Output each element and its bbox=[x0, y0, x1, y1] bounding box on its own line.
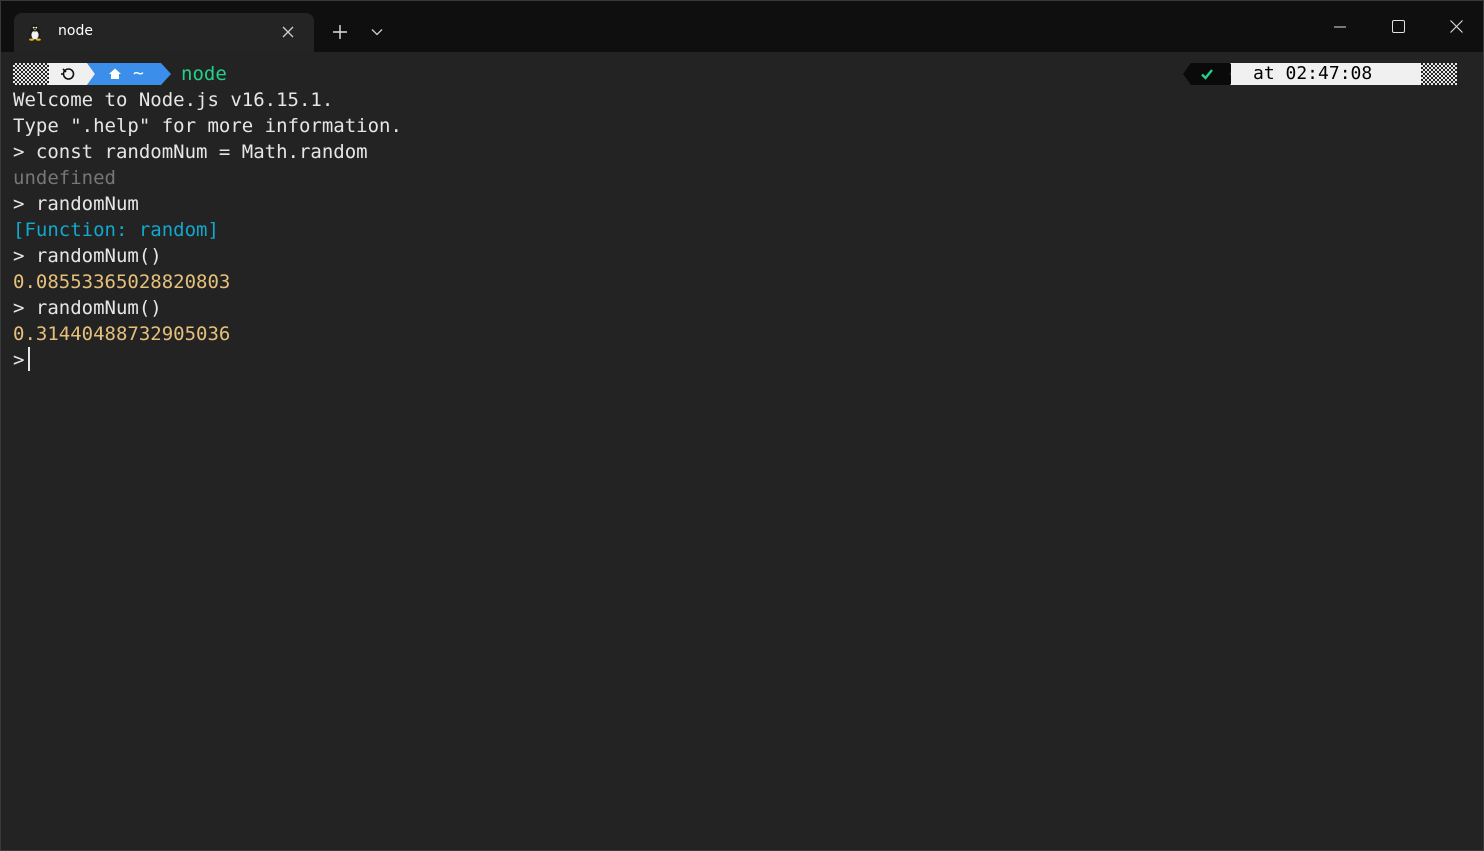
time-text: at 02:47:08 bbox=[1253, 63, 1373, 84]
new-tab-button[interactable] bbox=[325, 19, 355, 45]
close-window-button[interactable] bbox=[1427, 1, 1483, 52]
path-text: ~ bbox=[133, 63, 144, 84]
number-output: 0.08553365028820803 bbox=[13, 271, 231, 293]
current-input-line[interactable]: > bbox=[13, 347, 1471, 373]
clock-icon bbox=[1393, 66, 1409, 82]
input-line: > randomNum() bbox=[13, 297, 162, 319]
linux-penguin-icon bbox=[26, 23, 44, 41]
prompt-dither-right bbox=[1421, 63, 1457, 85]
prompt-line: ~ node at 02:47:08 bbox=[13, 61, 1471, 87]
input-line: > randomNum() bbox=[13, 245, 162, 267]
terminal-window: node ~ node at 02:47:08 Welcome to Node.… bbox=[0, 0, 1484, 851]
time-segment: at 02:47:08 bbox=[1230, 63, 1421, 85]
os-segment bbox=[49, 63, 87, 85]
tab-title: node bbox=[58, 23, 93, 39]
maximize-icon bbox=[1391, 20, 1405, 33]
number-output: 0.31440488732905036 bbox=[13, 323, 231, 345]
prompt-command: node bbox=[181, 63, 227, 85]
close-icon bbox=[1449, 20, 1463, 33]
prompt-dither-left bbox=[13, 63, 49, 85]
path-segment: ~ bbox=[87, 63, 171, 85]
terminal-content[interactable]: ~ node at 02:47:08 Welcome to Node.js v1… bbox=[13, 61, 1471, 850]
circle-q-icon bbox=[61, 68, 75, 80]
repl-prompt: > bbox=[13, 349, 25, 371]
maximize-button[interactable] bbox=[1369, 1, 1427, 52]
tab-close-button[interactable] bbox=[278, 22, 298, 42]
minimize-button[interactable] bbox=[1311, 1, 1369, 52]
chevron-down-icon bbox=[371, 29, 383, 36]
close-icon bbox=[282, 26, 294, 38]
tab-node[interactable]: node bbox=[14, 13, 314, 52]
plus-icon bbox=[333, 25, 347, 39]
tab-dropdown-button[interactable] bbox=[363, 19, 391, 45]
function-output: [Function: random] bbox=[13, 219, 219, 241]
text-cursor bbox=[28, 347, 31, 371]
minimize-icon bbox=[1334, 26, 1346, 27]
input-line: > randomNum bbox=[13, 193, 139, 215]
title-bar: node bbox=[1, 1, 1483, 52]
right-prompt: at 02:47:08 bbox=[1183, 63, 1458, 85]
